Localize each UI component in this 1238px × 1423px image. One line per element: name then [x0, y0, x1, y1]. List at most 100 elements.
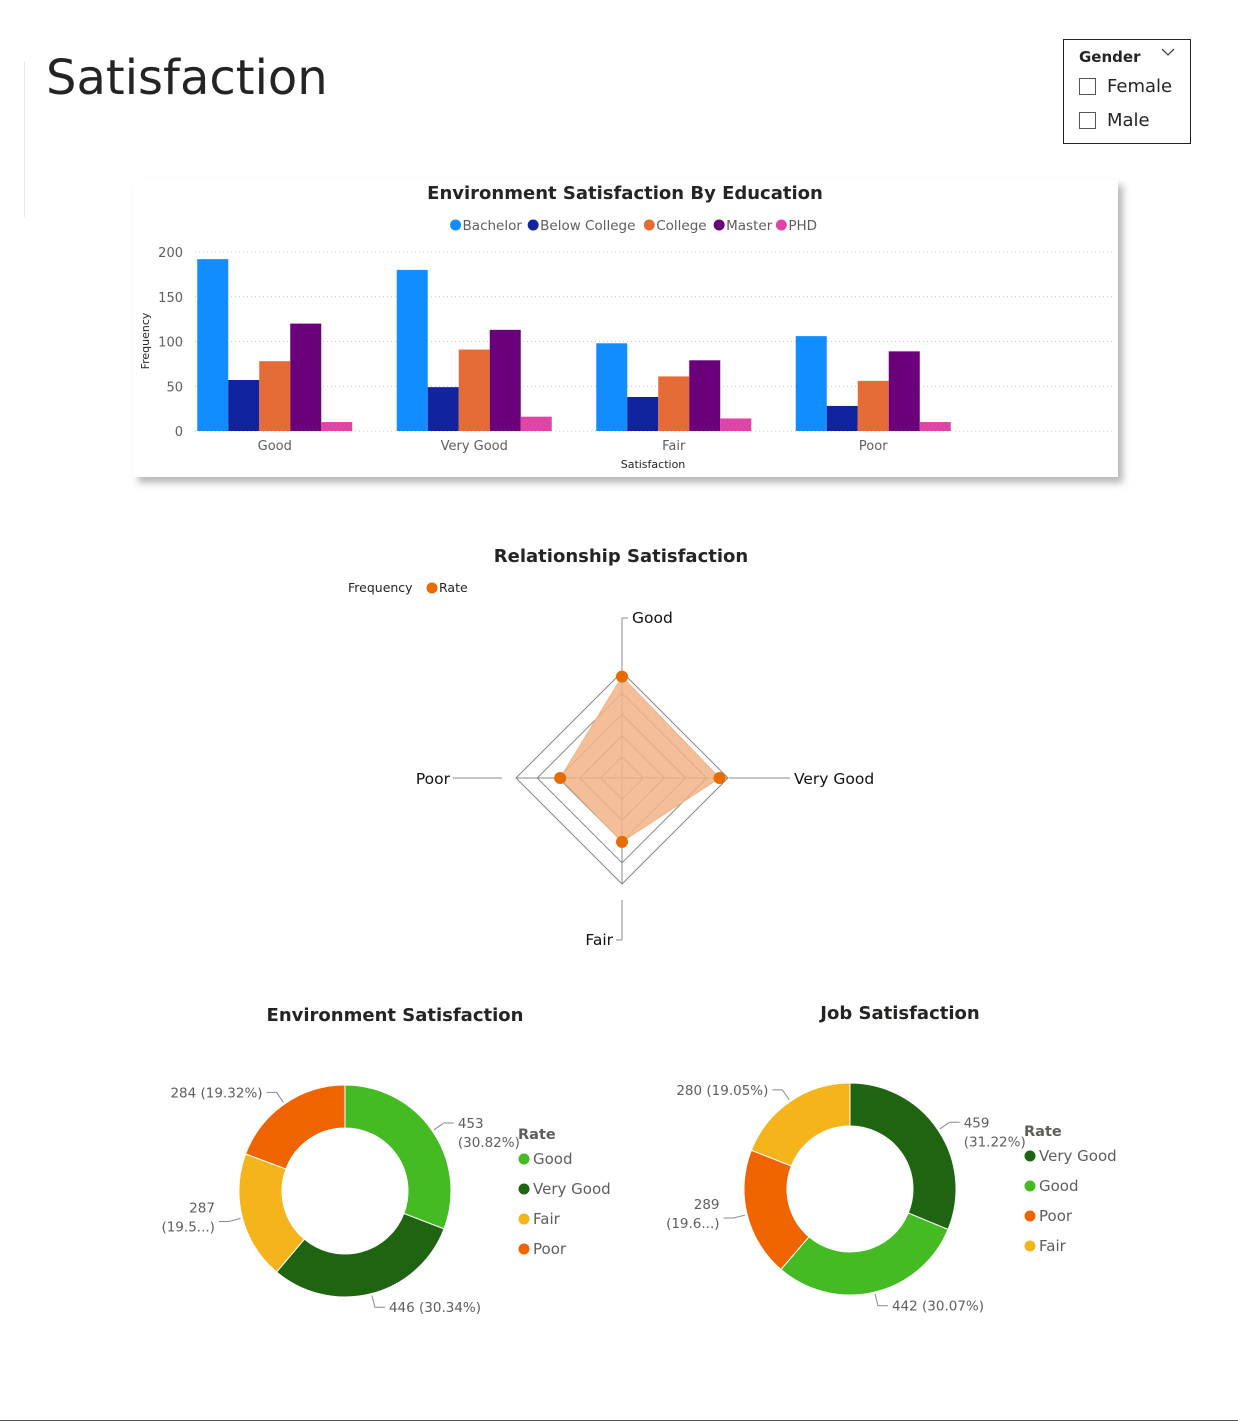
checkbox-female[interactable]	[1079, 77, 1096, 95]
legend-marker	[518, 1153, 530, 1165]
legend-marker	[643, 219, 655, 231]
bar	[720, 418, 752, 431]
data-label: 284 (19.32%)	[170, 1085, 262, 1101]
bar	[427, 387, 459, 431]
radar-axis-label: Good	[632, 609, 673, 627]
page-bottom-border	[0, 1420, 1238, 1421]
legend-label: PHD	[788, 218, 817, 234]
job-satisfaction-donut[interactable]: Job Satisfaction 459 (31.22%) 442 (30.07%)…	[665, 993, 1135, 1323]
bar	[857, 380, 889, 431]
bar	[321, 422, 353, 431]
radar-chart-title: Relationship Satisfaction	[494, 546, 748, 567]
legend-label: Good	[1039, 1177, 1079, 1195]
bar	[489, 329, 521, 431]
bar	[520, 416, 552, 431]
env-donut-title: Environment Satisfaction	[267, 1005, 524, 1026]
legend-marker	[775, 219, 787, 231]
legend-label: Below College	[540, 218, 635, 234]
label-leader	[772, 1089, 790, 1101]
bar-chart-title: Environment Satisfaction By Education	[427, 183, 823, 204]
job-donut-title: Job Satisfaction	[818, 1003, 979, 1024]
slicer-title: Gender	[1079, 48, 1141, 66]
bar	[259, 361, 291, 431]
x-tick-label: Poor	[859, 439, 888, 454]
bar	[627, 396, 659, 431]
legend-title: Rate	[1024, 1124, 1062, 1140]
bar	[228, 379, 260, 431]
donut-slice	[275, 1212, 445, 1298]
radar-point	[616, 670, 628, 683]
legend-marker	[713, 219, 725, 231]
radar-point	[554, 772, 567, 784]
legend-label: Fair	[533, 1210, 561, 1228]
legend-marker	[450, 219, 462, 231]
y-tick-label: 0	[175, 425, 183, 440]
legend-marker	[1024, 1210, 1036, 1222]
data-label: (30.82%)	[458, 1135, 520, 1151]
legend-label: Very Good	[533, 1180, 611, 1198]
y-tick-label: 100	[158, 336, 183, 351]
legend-marker	[1024, 1150, 1036, 1162]
slicer-option-male[interactable]: Male	[1079, 108, 1150, 132]
legend-marker	[1024, 1180, 1036, 1192]
radar-axis-label: Poor	[416, 770, 451, 788]
checkbox-male[interactable]	[1079, 111, 1096, 129]
environment-satisfaction-bar-chart[interactable]: Environment Satisfaction By Education Fr…	[133, 179, 1118, 477]
data-label: 280 (19.05%)	[676, 1083, 768, 1099]
x-tick-label: Good	[258, 439, 292, 454]
donut-slice	[849, 1082, 957, 1231]
radar-point	[713, 772, 726, 784]
slicer-option-female[interactable]: Female	[1079, 74, 1172, 98]
legend-label: Good	[533, 1150, 573, 1168]
data-label: (19.5...)	[161, 1219, 214, 1235]
bar	[888, 351, 920, 431]
bar	[689, 360, 721, 431]
data-label: (19.6...)	[666, 1216, 719, 1232]
environment-satisfaction-donut[interactable]: Environment Satisfaction 453 (30.82%) 446 …	[160, 995, 630, 1325]
data-label: 289	[694, 1197, 720, 1213]
label-leader	[874, 1293, 888, 1307]
page-title: Satisfaction	[46, 50, 328, 106]
data-label: 453	[458, 1116, 484, 1132]
gender-slicer[interactable]: Gender Female Male	[1063, 39, 1191, 144]
bar-chart-card[interactable]: Environment Satisfaction By Education Fr…	[133, 179, 1118, 477]
data-label: (31.22%)	[964, 1134, 1026, 1150]
legend-label: Bachelor	[463, 218, 523, 234]
radar-axis-label: Very Good	[794, 770, 874, 788]
data-label: 442 (30.07%)	[892, 1299, 984, 1315]
radar-area	[559, 675, 721, 843]
radar-axis-label: Fair	[585, 931, 613, 949]
environment-donut-card[interactable]: Environment Satisfaction 453 (30.82%) 446 …	[160, 995, 630, 1325]
legend-marker	[527, 219, 539, 231]
radar-point	[616, 835, 628, 848]
data-label: 446 (30.34%)	[389, 1300, 481, 1316]
label-leader	[218, 1217, 241, 1222]
legend-title: Rate	[518, 1127, 556, 1143]
bar	[919, 422, 951, 431]
bar	[396, 269, 428, 431]
relationship-satisfaction-radar-chart[interactable]: Relationship Satisfaction Frequency Good…	[330, 538, 910, 958]
legend-label: Poor	[533, 1240, 567, 1258]
y-tick-label: 150	[158, 291, 183, 306]
legend-label: Master	[726, 218, 773, 234]
slicer-option-label: Male	[1107, 109, 1150, 131]
radar-chart-card[interactable]: Relationship Satisfaction Frequency Good…	[330, 538, 910, 958]
legend-marker	[518, 1243, 530, 1255]
left-divider	[24, 62, 25, 217]
legend-marker	[1024, 1240, 1036, 1252]
legend-label: Rate	[439, 580, 468, 595]
donut-slice	[344, 1084, 452, 1230]
chevron-down-icon[interactable]	[1160, 46, 1176, 58]
y-axis-title: Frequency	[139, 312, 152, 369]
label-leader	[433, 1122, 454, 1131]
radar-legend-title: Frequency	[348, 580, 413, 595]
x-tick-label: Fair	[662, 439, 686, 454]
bar	[826, 405, 858, 431]
label-leader	[723, 1214, 746, 1219]
legend-marker	[518, 1213, 530, 1225]
job-donut-card[interactable]: Job Satisfaction 459 (31.22%) 442 (30.07%)…	[665, 993, 1135, 1323]
y-tick-label: 50	[166, 380, 183, 395]
legend-label: Very Good	[1039, 1147, 1117, 1165]
legend-label: College	[656, 218, 706, 234]
legend-marker	[518, 1183, 530, 1195]
